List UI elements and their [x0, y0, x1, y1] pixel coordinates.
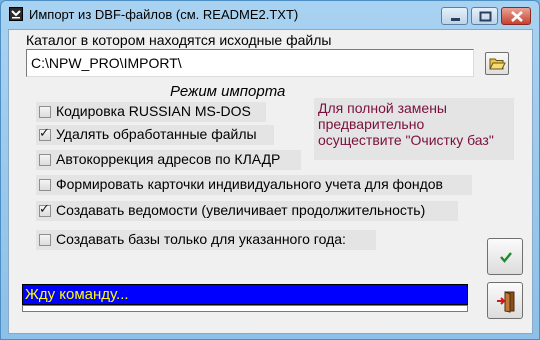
catalog-path-input[interactable] — [26, 49, 474, 77]
option-year-only[interactable]: ✓ Создавать базы только для указанного г… — [36, 230, 376, 250]
checkbox[interactable]: ✓ — [39, 179, 51, 191]
status-bar: Жду команду... — [22, 284, 468, 305]
note-line: осуществите "Очистку баз" — [318, 132, 494, 148]
option-label: Формировать карточки индивидуального уче… — [56, 176, 443, 192]
option-label: Создавать базы только для указанного год… — [56, 231, 346, 247]
title-bar[interactable]: Импорт из DBF-файлов (см. README2.TXT) — [1, 1, 539, 29]
info-note: Для полной замены предварительно осущест… — [314, 98, 514, 160]
catalog-label: Каталог в котором находятся исходные фай… — [26, 32, 332, 48]
browse-folder-button[interactable] — [485, 52, 509, 75]
checkmark-icon: ✓ — [39, 126, 50, 141]
option-individual-cards[interactable]: ✓ Формировать карточки индивидуального у… — [36, 175, 472, 195]
checkmark-icon: ✓ — [39, 202, 50, 217]
exit-door-icon — [497, 291, 515, 313]
option-address-autocorrect[interactable]: ✓ Автокоррекция адресов по КЛАДР — [36, 150, 301, 170]
close-button[interactable] — [501, 7, 531, 25]
checkbox[interactable]: ✓ — [39, 126, 51, 141]
window-title: Импорт из DBF-файлов (см. README2.TXT) — [29, 7, 299, 22]
note-line: Для полной замены — [318, 100, 447, 116]
status-underline — [22, 305, 468, 312]
option-label: Удалять обработанные файлы — [56, 126, 257, 142]
import-mode-title: Режим импорта — [170, 83, 286, 100]
dialog-body: Каталог в котором находятся исходные фай… — [8, 29, 533, 334]
checkbox[interactable]: ✓ — [39, 154, 51, 166]
option-label: Кодировка RUSSIAN MS-DOS — [56, 103, 251, 119]
note-line: предварительно — [318, 116, 425, 132]
import-window: Импорт из DBF-файлов (см. README2.TXT) К… — [0, 0, 540, 340]
exit-button[interactable] — [487, 282, 523, 319]
close-icon — [511, 11, 523, 22]
option-label: Создавать ведомости (увеличивает продолж… — [56, 202, 426, 218]
app-icon — [9, 7, 23, 21]
checkmark-icon — [500, 252, 512, 263]
option-russian-ms-dos[interactable]: ✓ Кодировка RUSSIAN MS-DOS — [36, 102, 266, 122]
option-delete-processed[interactable]: ✓ Удалять обработанные файлы — [36, 125, 274, 145]
option-label: Автокоррекция адресов по КЛАДР — [56, 151, 281, 167]
minimize-button[interactable] — [441, 7, 468, 25]
folder-open-icon — [489, 58, 506, 70]
maximize-icon — [479, 11, 492, 22]
checkbox[interactable]: ✓ — [39, 106, 51, 118]
ok-button[interactable] — [487, 238, 523, 275]
maximize-button[interactable] — [471, 7, 498, 25]
checkbox[interactable]: ✓ — [39, 202, 51, 217]
minimize-icon — [451, 18, 460, 21]
checkbox[interactable]: ✓ — [39, 234, 51, 246]
option-create-statements[interactable]: ✓ Создавать ведомости (увеличивает продо… — [36, 201, 458, 221]
